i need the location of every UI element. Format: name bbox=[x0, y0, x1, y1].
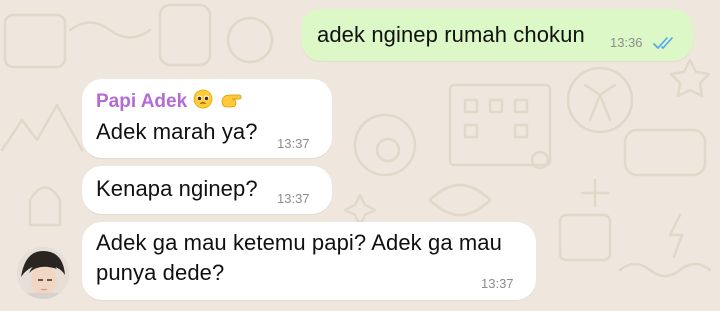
message-text-line: punya dede? bbox=[96, 260, 225, 285]
message-time: 13:37 bbox=[277, 136, 310, 151]
wallpaper-cross-doodle bbox=[580, 178, 610, 208]
wallpaper-sun-doodle bbox=[226, 16, 274, 64]
incoming-message-bubble[interactable]: Papi Adek Adek marah ya? 13:37 bbox=[82, 79, 332, 158]
wallpaper-cup-doodle bbox=[623, 128, 707, 177]
wallpaper-rocket-doodle bbox=[28, 186, 62, 227]
wallpaper-mountain-doodle bbox=[0, 103, 84, 152]
message-text: adek nginep rumah chokun bbox=[317, 22, 585, 47]
wallpaper-box-doodle bbox=[558, 213, 612, 262]
message-text: Adek marah ya? bbox=[96, 119, 258, 144]
pleading-face-emoji bbox=[194, 89, 213, 109]
message-time: 13:36 bbox=[610, 35, 643, 50]
wallpaper-wave-doodle bbox=[618, 262, 712, 278]
incoming-message-bubble[interactable]: Adek ga mau ketemu papi? Adek ga mau pun… bbox=[82, 222, 536, 300]
outgoing-message-bubble[interactable]: adek nginep rumah chokun 13:36 bbox=[301, 9, 693, 61]
incoming-message-bubble[interactable]: Kenapa nginep? 13:37 bbox=[82, 166, 332, 214]
pinching-hand-emoji bbox=[221, 94, 242, 108]
contact-avatar[interactable] bbox=[17, 247, 69, 299]
message-text-line: Adek ga mau ketemu papi? Adek ga mau bbox=[96, 230, 502, 255]
wallpaper-bolt-doodle bbox=[668, 213, 684, 259]
wallpaper-egg-doodle bbox=[353, 113, 417, 177]
wallpaper-ball-doodle bbox=[566, 66, 634, 134]
wallpaper-card-doodle bbox=[158, 3, 212, 67]
wallpaper-bag-doodle bbox=[3, 13, 67, 69]
message-text: Kenapa nginep? bbox=[96, 176, 258, 201]
message-time: 13:37 bbox=[481, 276, 514, 291]
message-time: 13:37 bbox=[277, 191, 310, 206]
contact-avatar-photo bbox=[17, 247, 69, 299]
double-check-read-icon bbox=[653, 37, 673, 49]
wallpaper-scribble-doodle bbox=[68, 21, 152, 39]
sender-name: Papi Adek bbox=[96, 89, 242, 113]
wallpaper-star-doodle bbox=[669, 58, 711, 98]
wallpaper-sparkle-doodle bbox=[343, 193, 377, 227]
wallpaper-leaf-doodle bbox=[428, 183, 492, 217]
sender-name-text: Papi Adek bbox=[96, 91, 188, 112]
